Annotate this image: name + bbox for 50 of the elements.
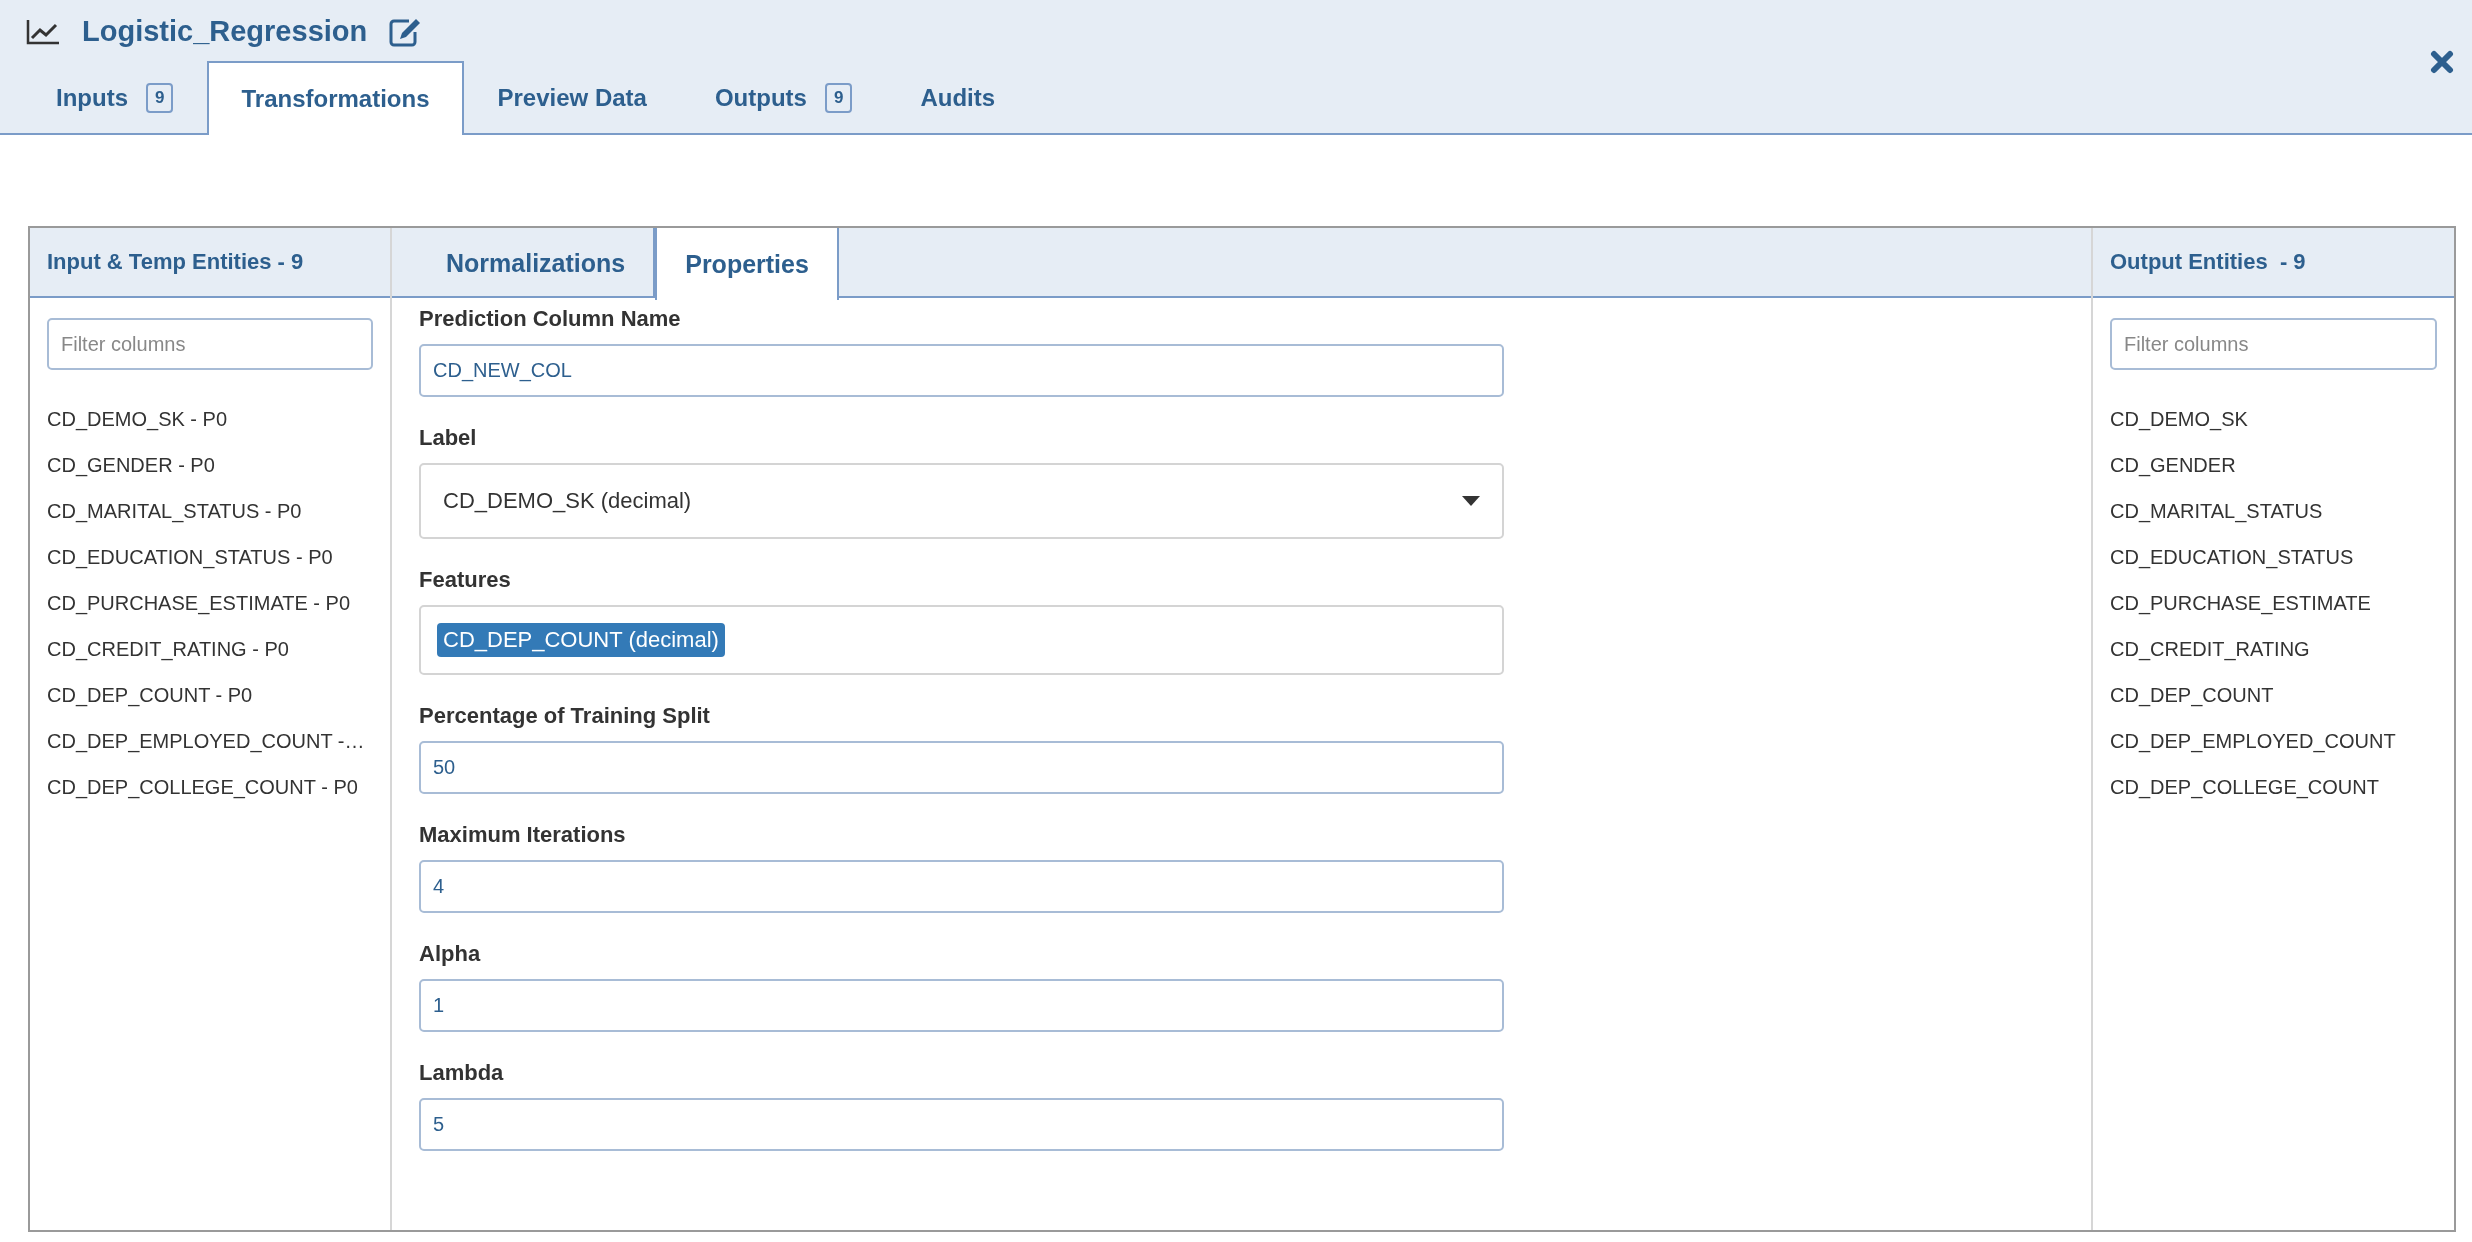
column-item[interactable]: CD_DEP_EMPLOYED_COUNT -… — [47, 728, 390, 754]
text-field[interactable]: 4 — [419, 860, 1504, 913]
text-field[interactable]: CD_NEW_COL — [419, 344, 1504, 397]
column-item[interactable]: CD_EDUCATION_STATUS — [2110, 544, 2454, 570]
field-label: Lambda — [419, 1060, 505, 1086]
column-item[interactable]: CD_EDUCATION_STATUS - P0 — [47, 544, 390, 570]
tab[interactable]: Properties — [655, 228, 839, 300]
column-item[interactable]: CD_PURCHASE_ESTIMATE - P0 — [47, 590, 390, 616]
column-item[interactable]: CD_DEMO_SK — [2110, 406, 2454, 432]
close-icon — [2430, 50, 2454, 74]
text-field[interactable]: 1 — [419, 979, 1504, 1032]
column-item[interactable]: CD_PURCHASE_ESTIMATE — [2110, 590, 2454, 616]
tab[interactable]: Preview Data — [463, 61, 681, 133]
column-item[interactable]: CD_DEP_COUNT — [2110, 682, 2454, 708]
label-dropdown[interactable]: CD_DEMO_SK (decimal) — [419, 463, 1504, 539]
column-item[interactable]: CD_DEP_COLLEGE_COUNT — [2110, 774, 2454, 800]
caret-icon — [1462, 496, 1480, 506]
field-label: Prediction Column Name — [419, 306, 682, 332]
field-label: Maximum Iterations — [419, 822, 627, 848]
text-field[interactable]: 50 — [419, 741, 1504, 794]
tab[interactable]: Audits — [886, 61, 1030, 133]
line-chart-icon — [26, 18, 60, 45]
tab[interactable]: Transformations — [207, 61, 464, 135]
feature-tag[interactable]: CD_DEP_COUNT (decimal) — [437, 623, 725, 657]
column-item[interactable]: CD_GENDER — [2110, 452, 2454, 478]
column-item[interactable]: CD_CREDIT_RATING — [2110, 636, 2454, 662]
column-item[interactable]: CD_DEP_COUNT - P0 — [47, 682, 390, 708]
field-label: Percentage of Training Split — [419, 703, 711, 729]
panel-title: Output Entities - 9 — [2110, 249, 2306, 275]
column-item[interactable]: CD_CREDIT_RATING - P0 — [47, 636, 390, 662]
page-title: Logistic_Regression — [82, 15, 368, 48]
column-item[interactable]: CD_DEP_COLLEGE_COUNT - P0 — [47, 774, 390, 800]
text-field[interactable]: 5 — [419, 1098, 1504, 1151]
panel-title: Input & Temp Entities - 9 — [47, 249, 304, 275]
filter-field[interactable]: Filter columns — [47, 318, 373, 370]
field-label: Label — [419, 425, 478, 451]
column-item[interactable]: CD_DEMO_SK - P0 — [47, 406, 390, 432]
count-badge: 9 — [824, 83, 853, 113]
filter-field[interactable]: Filter columns — [2110, 318, 2437, 370]
tab[interactable]: Outputs 9 — [680, 61, 887, 133]
tab[interactable]: Inputs 9 — [22, 61, 208, 133]
count-badge: 9 — [146, 83, 174, 113]
column-item[interactable]: CD_MARITAL_STATUS - P0 — [47, 498, 390, 524]
column-item[interactable]: CD_GENDER - P0 — [47, 452, 390, 478]
column-item[interactable]: CD_MARITAL_STATUS — [2110, 498, 2454, 524]
features-field[interactable]: CD_DEP_COUNT (decimal) — [419, 605, 1504, 675]
column-item[interactable]: CD_DEP_EMPLOYED_COUNT — [2110, 728, 2454, 754]
edit-icon[interactable] — [389, 16, 422, 47]
field-label: Features — [419, 567, 512, 593]
field-label: Alpha — [419, 941, 482, 967]
